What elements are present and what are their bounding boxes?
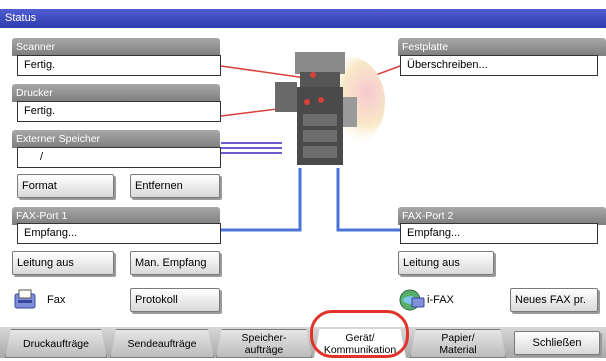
festplatte-status: Überschreiben... <box>400 55 598 76</box>
man-empfang-button[interactable]: Man. Empfang <box>130 251 220 275</box>
tab-papier-material-line1: Papier/ <box>441 331 475 344</box>
scanner-status: Fertig. <box>17 55 221 76</box>
externer-speicher-header: Externer Speicher <box>12 130 220 148</box>
ifax-icon <box>398 288 426 312</box>
man-empfang-button-label: Man. Empfang <box>135 257 207 269</box>
tab-druckauftraege-label: Druckaufträge <box>23 337 89 350</box>
protokoll-button-label: Protokoll <box>135 294 178 306</box>
scanner-header: Scanner <box>12 38 220 56</box>
fax-port-2-status: Empfang... <box>400 223 598 244</box>
schliessen-button-label: Schließen <box>532 337 582 349</box>
externer-speicher-status: / <box>17 147 221 168</box>
scanner-label: Scanner <box>16 41 56 53</box>
fax-port-2-leitung-aus-button[interactable]: Leitung aus <box>398 251 494 275</box>
tab-sendeauftraege-label: Sendeaufträge <box>127 337 197 350</box>
externer-speicher-label: Externer Speicher <box>16 133 101 145</box>
scanner-status-value: Fertig. <box>24 59 56 71</box>
drucker-status: Fertig. <box>17 101 221 122</box>
fax-port-1-label: FAX-Port 1 <box>16 210 68 222</box>
window-title-bar: Status <box>0 9 606 28</box>
printer-illustration <box>255 42 385 172</box>
active-tab-highlight <box>310 310 409 358</box>
entfernen-button[interactable]: Entfernen <box>130 174 220 198</box>
fax-port-1-status-value: Empfang... <box>24 227 78 239</box>
fax-label: Fax <box>47 294 66 306</box>
fax-port-2-label: FAX-Port 2 <box>402 210 454 222</box>
drucker-label: Drucker <box>16 87 53 99</box>
tab-papier-material-line2: Material <box>439 343 477 356</box>
fax-icon <box>12 288 40 312</box>
fax-port-1-leitung-aus-label: Leitung aus <box>17 257 74 269</box>
tab-speicherauftraege-line1: Speicher- <box>241 331 287 344</box>
tab-papier-material[interactable]: Papier/ Material <box>410 329 506 358</box>
drucker-status-value: Fertig. <box>24 105 56 117</box>
neues-fax-button[interactable]: Neues FAX pr. <box>510 288 598 312</box>
festplatte-status-value: Überschreiben... <box>407 59 488 71</box>
window-title: Status <box>5 12 37 24</box>
fax-port-2-status-value: Empfang... <box>407 227 461 239</box>
schliessen-button[interactable]: Schließen <box>514 331 600 355</box>
tab-speicherauftraege-line2: aufträge <box>244 343 284 356</box>
festplatte-label: Festplatte <box>402 41 449 53</box>
tab-speicherauftraege[interactable]: Speicher- aufträge <box>216 329 312 358</box>
drucker-header: Drucker <box>12 84 220 102</box>
fax-port-1-leitung-aus-button[interactable]: Leitung aus <box>12 251 114 275</box>
entfernen-button-label: Entfernen <box>135 180 183 192</box>
ifax-label: i-FAX <box>427 294 454 306</box>
format-button-label: Format <box>22 180 57 192</box>
tab-druckauftraege[interactable]: Druckaufträge <box>5 329 107 358</box>
format-button[interactable]: Format <box>17 174 114 198</box>
festplatte-header: Festplatte <box>398 38 606 56</box>
protokoll-button[interactable]: Protokoll <box>130 288 220 312</box>
fax-port-1-status: Empfang... <box>17 223 221 244</box>
externer-speicher-status-value: / <box>40 151 44 163</box>
tab-sendeauftraege[interactable]: Sendeaufträge <box>110 329 214 358</box>
fax-port-2-leitung-aus-label: Leitung aus <box>403 257 460 269</box>
neues-fax-button-label: Neues FAX pr. <box>515 294 586 306</box>
